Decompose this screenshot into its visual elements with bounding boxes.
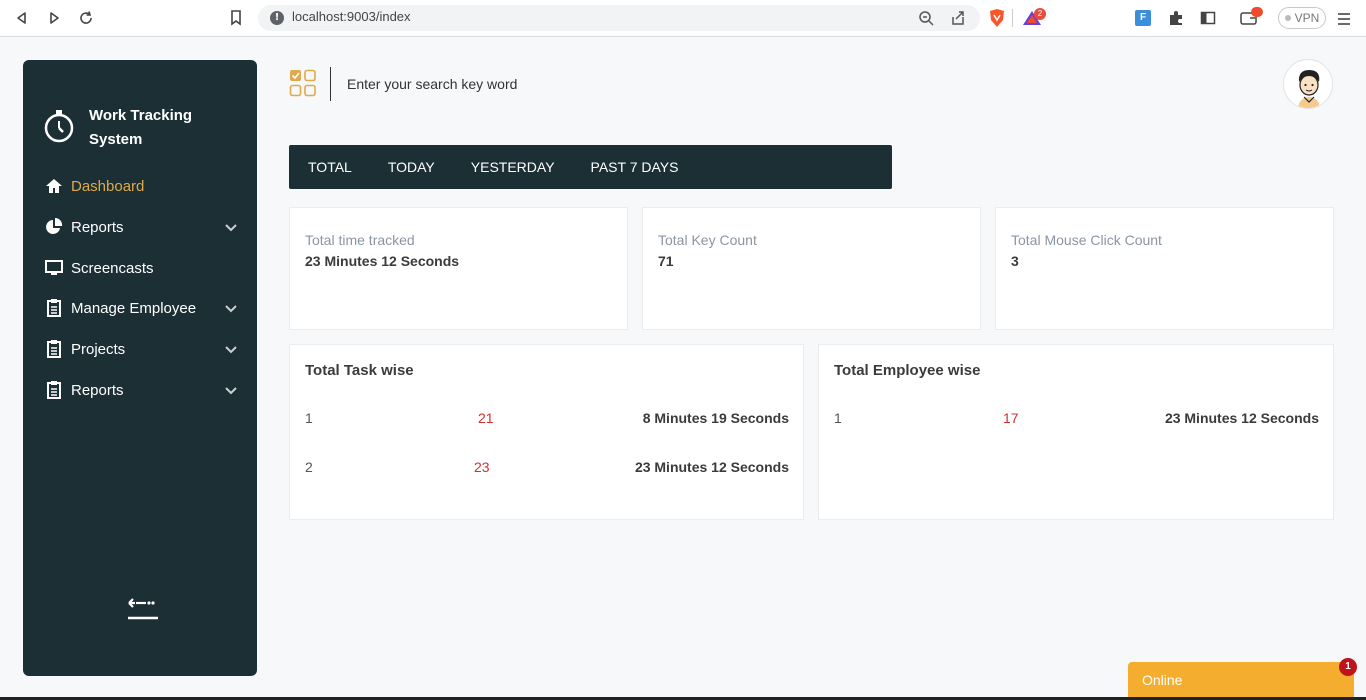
extension-icon[interactable]: F: [1135, 10, 1151, 26]
url-text[interactable]: localhost:9003/index: [292, 9, 411, 24]
row-index: 2: [305, 459, 313, 475]
sidebar-toggle-icon[interactable]: [1200, 10, 1216, 30]
pie-chart-icon: [43, 218, 65, 236]
period-tabs: TOTAL TODAY YESTERDAY PAST 7 DAYS: [289, 145, 892, 189]
tab-past-7-days[interactable]: PAST 7 DAYS: [591, 159, 679, 175]
site-info-icon[interactable]: !: [270, 11, 284, 25]
chevron-down-icon[interactable]: [225, 341, 237, 358]
stat-label: Total Mouse Click Count: [1011, 232, 1162, 248]
vpn-dot: [1284, 15, 1291, 21]
header-divider: [330, 67, 331, 101]
address-bar[interactable]: ! localhost:9003/index: [258, 5, 980, 31]
tab-total[interactable]: TOTAL: [308, 159, 352, 175]
menu-icon[interactable]: [1338, 11, 1350, 30]
sidebar-item-screencasts[interactable]: Screencasts: [43, 254, 237, 282]
brave-shield-icon[interactable]: [988, 8, 1006, 32]
brand-title: Work Tracking System: [89, 107, 193, 148]
stat-value: 23 Minutes 12 Seconds: [305, 253, 460, 269]
home-icon: [43, 177, 65, 195]
stat-card-time: Total time tracked 23 Minutes 12 Seconds: [289, 207, 628, 330]
row-id: 17: [1003, 410, 1019, 426]
sidebar-item-label: Projects: [71, 340, 126, 358]
share-icon[interactable]: [950, 10, 966, 30]
chevron-down-icon[interactable]: [225, 219, 237, 236]
tab-yesterday[interactable]: YESTERDAY: [471, 159, 555, 175]
panel-title: Total Task wise: [305, 362, 414, 379]
search-input[interactable]: [347, 74, 747, 94]
sidebar-item-manage-employee[interactable]: Manage Employee: [43, 294, 237, 322]
stat-card-keys: Total Key Count 71: [642, 207, 981, 330]
wallet-badge: [1251, 7, 1263, 17]
row-index: 1: [834, 410, 842, 426]
rewards-badge: 2: [1034, 8, 1046, 20]
stat-label: Total Key Count: [658, 232, 757, 248]
chevron-down-icon[interactable]: [225, 382, 237, 399]
tab-today[interactable]: TODAY: [388, 159, 435, 175]
vpn-button[interactable]: VPN: [1278, 7, 1326, 29]
zoom-icon[interactable]: [918, 10, 934, 30]
stat-value: 71: [658, 253, 674, 269]
stat-label: Total time tracked: [305, 232, 415, 248]
row-duration: 23 Minutes 12 Seconds: [634, 459, 789, 475]
row-duration: 8 Minutes 19 Seconds: [642, 410, 789, 426]
stat-value: 3: [1011, 253, 1019, 269]
clipboard-icon: [43, 381, 65, 399]
extension-label: F: [1139, 12, 1147, 23]
forward-icon[interactable]: [44, 8, 64, 28]
sidebar: Work Tracking System Dashboard Reports S…: [23, 60, 257, 676]
avatar[interactable]: [1283, 59, 1333, 109]
back-icon[interactable]: [12, 8, 32, 28]
collapse-left-icon[interactable]: [126, 594, 160, 622]
stopwatch-icon: [43, 109, 75, 147]
clipboard-icon: [43, 299, 65, 317]
sidebar-item-dashboard[interactable]: Dashboard: [43, 172, 237, 200]
employee-wise-panel: Total Employee wise 1 17 23 Minutes 12 S…: [818, 344, 1334, 520]
panel-title: Total Employee wise: [834, 362, 981, 379]
sidebar-item-projects[interactable]: Projects: [43, 335, 237, 363]
apps-grid-icon[interactable]: [289, 69, 317, 97]
reload-icon[interactable]: [76, 8, 96, 28]
sidebar-item-reports[interactable]: Reports: [43, 213, 237, 241]
row-id: 21: [478, 410, 494, 426]
stat-card-clicks: Total Mouse Click Count 3: [995, 207, 1334, 330]
sidebar-item-label: Screencasts: [71, 259, 154, 277]
clipboard-icon: [43, 340, 65, 358]
sidebar-item-reports-2[interactable]: Reports: [43, 376, 237, 404]
browser-toolbar: ! localhost:9003/index 2 F VPN: [0, 0, 1366, 37]
sidebar-item-label: Reports: [71, 381, 124, 399]
sidebar-item-label: Reports: [71, 218, 124, 236]
vpn-label: VPN: [1294, 11, 1320, 25]
online-chat-widget[interactable]: Online: [1128, 662, 1354, 700]
online-badge: 1: [1339, 658, 1357, 676]
sidebar-item-label: Dashboard: [71, 177, 145, 195]
task-wise-panel: Total Task wise 1 21 8 Minutes 19 Second…: [289, 344, 804, 520]
row-index: 1: [305, 410, 313, 426]
row-duration: 23 Minutes 12 Seconds: [1164, 410, 1319, 426]
sidebar-item-label: Manage Employee: [71, 299, 197, 317]
toolbar-divider: [1012, 9, 1013, 27]
monitor-icon: [43, 259, 65, 277]
puzzle-icon[interactable]: [1168, 10, 1184, 30]
online-label: Online: [1142, 672, 1183, 688]
bookmark-icon[interactable]: [226, 8, 246, 28]
row-id: 23: [474, 459, 490, 475]
chevron-down-icon[interactable]: [225, 300, 237, 317]
